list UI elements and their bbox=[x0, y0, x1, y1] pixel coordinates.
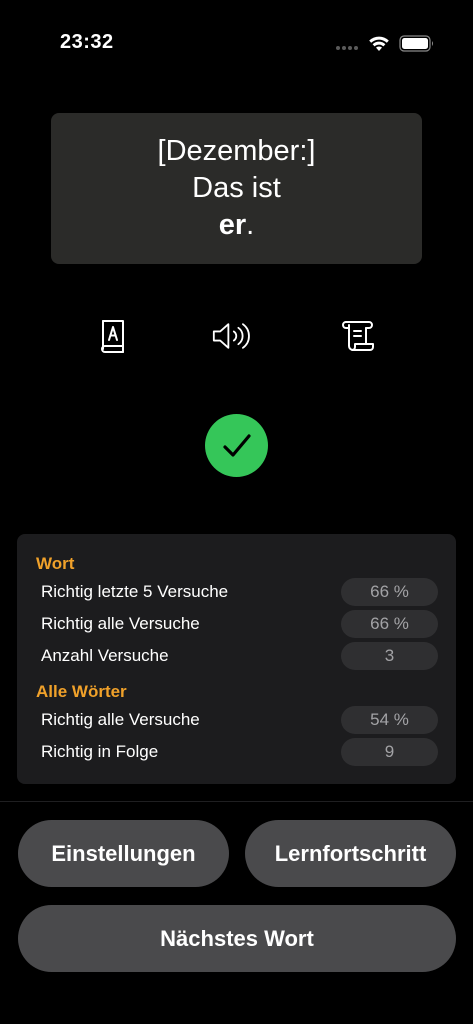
speak-button[interactable] bbox=[212, 316, 252, 356]
wifi-icon bbox=[369, 36, 389, 51]
status-time: 23:32 bbox=[60, 31, 114, 53]
status-bar: 23:32 bbox=[0, 0, 473, 60]
stats-panel: Wort Richtig letzte 5 Versuche 66 % Rich… bbox=[17, 534, 456, 784]
stat-row: Richtig alle Versuche 54 % bbox=[17, 706, 456, 734]
word-card-answer: er bbox=[218, 209, 247, 241]
dictionary-button[interactable] bbox=[93, 316, 133, 356]
stat-row: Richtig letzte 5 Versuche 66 % bbox=[17, 578, 456, 606]
word-card: [Dezember:] Das ist er. bbox=[51, 113, 422, 264]
stat-value: 54 % bbox=[341, 706, 438, 734]
progress-button[interactable]: Lernfortschritt bbox=[245, 820, 456, 887]
speaker-icon bbox=[212, 323, 250, 349]
word-card-sentence: Das ist bbox=[192, 172, 281, 204]
stat-value: 66 % bbox=[341, 578, 438, 606]
next-word-button[interactable]: Nächstes Wort bbox=[18, 905, 456, 972]
stat-value: 3 bbox=[341, 642, 438, 670]
stat-label: Richtig alle Versuche bbox=[41, 710, 200, 729]
stat-label: Richtig letzte 5 Versuche bbox=[41, 582, 229, 601]
word-card-hint: [Dezember:] bbox=[157, 135, 316, 167]
stat-label: Anzahl Versuche bbox=[41, 646, 169, 665]
stat-row: Anzahl Versuche 3 bbox=[17, 642, 456, 670]
scroll-icon bbox=[342, 321, 374, 351]
stat-row: Richtig alle Versuche 66 % bbox=[17, 610, 456, 638]
result-indicator bbox=[205, 414, 268, 477]
checkmark-icon bbox=[222, 433, 251, 457]
cellular-signal-icon bbox=[336, 46, 358, 50]
action-row bbox=[0, 316, 473, 356]
divider bbox=[0, 801, 473, 802]
stat-value: 66 % bbox=[341, 610, 438, 638]
dictionary-icon bbox=[101, 320, 124, 353]
section-title-all-words: Alle Wörter bbox=[36, 682, 127, 701]
battery-icon bbox=[399, 35, 433, 52]
section-title-word: Wort bbox=[36, 554, 75, 573]
stat-row: Richtig in Folge 9 bbox=[17, 738, 456, 766]
stat-label: Richtig alle Versuche bbox=[41, 614, 200, 633]
settings-button[interactable]: Einstellungen bbox=[18, 820, 229, 887]
notes-button[interactable] bbox=[337, 316, 377, 356]
word-card-punctuation: . bbox=[246, 209, 255, 241]
word-card-answer-line: er. bbox=[51, 207, 422, 244]
stat-value: 9 bbox=[341, 738, 438, 766]
stat-label: Richtig in Folge bbox=[41, 742, 159, 761]
